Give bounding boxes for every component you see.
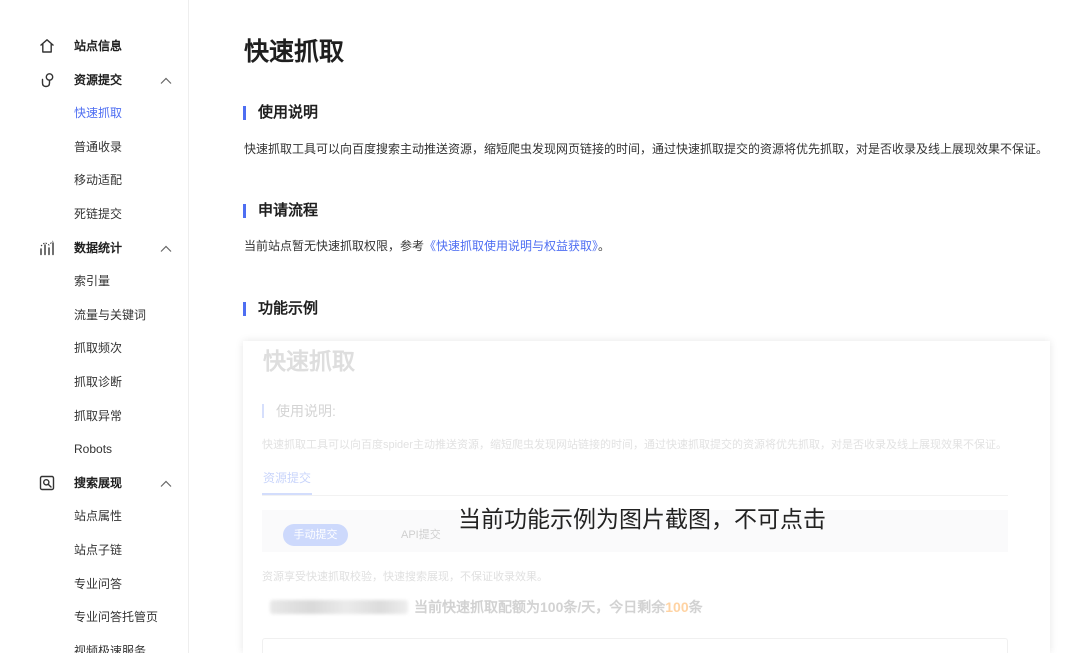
example-tab-resource-submit: 资源提交 xyxy=(263,471,312,485)
sidebar-group-resource-submit[interactable]: 资源提交 xyxy=(0,64,188,98)
sidebar-group-label: 数据统计 xyxy=(74,240,123,255)
chevron-up-icon[interactable] xyxy=(159,242,173,256)
sidebar-item-dead-link[interactable]: 死链提交 xyxy=(0,198,188,232)
sidebar-item-label: 抓取频次 xyxy=(74,341,123,356)
section-heading-text: 功能示例 xyxy=(258,300,319,317)
example-tab-divider xyxy=(262,495,1008,496)
section-heading-demo: 功能示例 xyxy=(243,299,318,319)
sidebar-item-label: 抓取诊断 xyxy=(74,374,123,389)
example-subheading: 使用说明: xyxy=(262,401,336,421)
apply-text-suffix: 。 xyxy=(598,239,611,253)
sidebar-group-label: 站点信息 xyxy=(74,39,123,53)
sidebar-item-label: 专业问答 xyxy=(74,576,123,591)
sidebar-item-crawl-frequency[interactable]: 抓取频次 xyxy=(0,332,188,366)
sidebar-item-label: 移动适配 xyxy=(74,173,123,188)
sidebar-item-fast-crawl[interactable]: 快速抓取 xyxy=(0,97,188,131)
submit-icon xyxy=(41,72,54,87)
sidebar-item-label: 站点子链 xyxy=(74,542,123,557)
example-title: 快速抓取 xyxy=(263,348,355,374)
section-accent-bar xyxy=(243,106,246,120)
section-heading-text: 申请流程 xyxy=(258,202,319,219)
sidebar: 站点信息 资源提交 快速抓取 普通收录 移动适配 死链提交 数据统计 索引量 流… xyxy=(0,0,189,653)
example-description: 快速抓取工具可以向百度spider主动推送资源，缩短爬虫发现网站链接的时间，通过… xyxy=(262,439,1007,451)
chart-icon xyxy=(40,240,54,255)
feature-example-card: 快速抓取 使用说明: 快速抓取工具可以向百度spider主动推送资源，缩短爬虫发… xyxy=(243,341,1050,653)
sidebar-item-label: Robots xyxy=(74,442,113,457)
usage-description: 快速抓取工具可以向百度搜索主动推送资源，缩短爬虫发现网页链接的时间，通过快速抓取… xyxy=(244,142,1049,156)
section-heading-text: 使用说明 xyxy=(258,104,319,121)
section-accent-bar xyxy=(243,204,246,218)
example-quota-text: 当前快速抓取配额为100条/天，今日剩余100条 xyxy=(414,598,703,616)
example-manual-submit-button: 手动提交 xyxy=(283,524,348,546)
sidebar-item-traffic-keywords[interactable]: 流量与关键词 xyxy=(0,299,188,333)
sidebar-item-crawl-diagnosis[interactable]: 抓取诊断 xyxy=(0,366,188,400)
sidebar-item-sitelinks[interactable]: 站点子链 xyxy=(0,534,188,568)
sidebar-item-label: 抓取异常 xyxy=(74,408,123,423)
example-overlay-notice: 当前功能示例为图片截图，不可点击 xyxy=(458,506,826,532)
example-url-input xyxy=(262,638,1008,653)
example-subheading-text: 使用说明: xyxy=(276,403,336,419)
sidebar-item-label: 死链提交 xyxy=(74,206,123,221)
home-icon xyxy=(40,39,54,53)
example-tab-underline xyxy=(262,493,312,495)
search-display-icon xyxy=(39,475,55,490)
sidebar-item-label: 普通收录 xyxy=(74,139,123,154)
page-title: 快速抓取 xyxy=(244,38,345,66)
example-accent-bar xyxy=(262,404,264,418)
sidebar-item-label: 专业问答托管页 xyxy=(74,610,159,625)
sidebar-item-label: 索引量 xyxy=(74,274,111,289)
sidebar-group-label: 搜索展现 xyxy=(74,475,123,490)
sidebar-item-index-volume[interactable]: 索引量 xyxy=(0,265,188,299)
section-accent-bar xyxy=(243,302,246,316)
sidebar-item-mobile-adapt[interactable]: 移动适配 xyxy=(0,164,188,198)
sidebar-item-robots[interactable]: Robots xyxy=(0,433,188,467)
section-heading-apply: 申请流程 xyxy=(243,201,318,221)
quota-prefix: 当前快速抓取配额为100条/天，今日剩余 xyxy=(414,599,666,615)
chevron-up-icon[interactable] xyxy=(159,74,173,88)
quota-remaining: 100 xyxy=(665,599,689,615)
example-notice: 资源享受快速抓取校验，快速搜索展现，不保证收录效果。 xyxy=(262,571,548,583)
apply-description: 当前站点暂无快速抓取权限，参考《快速抓取使用说明与权益获取》。 xyxy=(244,238,610,254)
sidebar-item-video-service[interactable]: 视频极速服务 xyxy=(0,635,188,653)
sidebar-item-label: 站点属性 xyxy=(74,509,123,524)
apply-text-prefix: 当前站点暂无快速抓取权限，参考 xyxy=(244,239,425,253)
section-heading-usage: 使用说明 xyxy=(243,103,318,123)
sidebar-item-label: 流量与关键词 xyxy=(74,307,147,322)
example-api-submit-button: API提交 xyxy=(401,529,441,541)
sidebar-item-label: 快速抓取 xyxy=(74,106,123,121)
sidebar-item-normal-index[interactable]: 普通收录 xyxy=(0,131,188,165)
sidebar-item-pro-qa[interactable]: 专业问答 xyxy=(0,568,188,602)
sidebar-group-site-info[interactable]: 站点信息 xyxy=(0,30,188,64)
example-redacted-site-url xyxy=(270,600,408,614)
sidebar-group-statistics[interactable]: 数据统计 xyxy=(0,232,188,266)
usage-guide-link[interactable]: 《快速抓取使用说明与权益获取》 xyxy=(424,239,598,253)
sidebar-item-label: 视频极速服务 xyxy=(74,643,147,653)
sidebar-group-search-display[interactable]: 搜索展现 xyxy=(0,467,188,501)
sidebar-item-crawl-errors[interactable]: 抓取异常 xyxy=(0,400,188,434)
sidebar-item-pro-qa-hosted[interactable]: 专业问答托管页 xyxy=(0,601,188,635)
sidebar-item-site-attributes[interactable]: 站点属性 xyxy=(0,500,188,534)
sidebar-group-label: 资源提交 xyxy=(74,72,123,87)
chevron-up-icon[interactable] xyxy=(159,477,173,491)
quota-suffix: 条 xyxy=(688,599,703,615)
